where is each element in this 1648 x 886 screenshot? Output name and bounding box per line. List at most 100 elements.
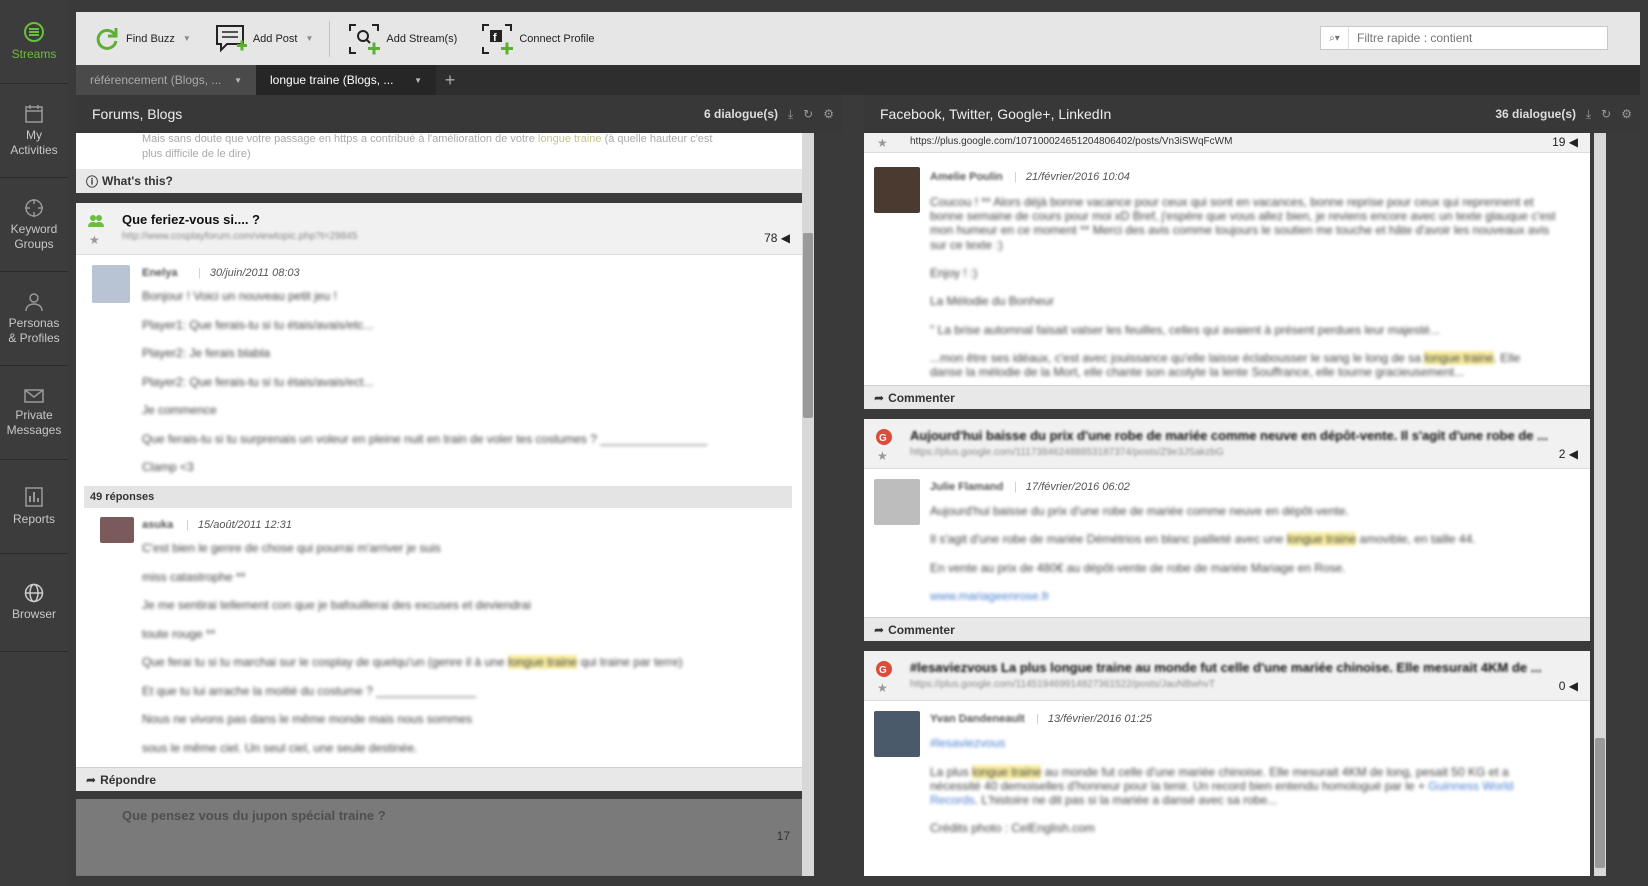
comment-button[interactable]: ➦ Commenter <box>864 385 1590 409</box>
chevron-down-icon[interactable]: ▼ <box>305 34 313 43</box>
count-value: 19 <box>1552 135 1566 149</box>
panel-header-icons: ⤓ ↻ ⚙ <box>788 107 834 122</box>
refresh-icon[interactable]: ↻ <box>803 107 813 122</box>
post-line: ...mon être ses idéaux, c'est avec jouis… <box>930 351 1520 365</box>
replies-bar[interactable]: 49 réponses <box>84 486 792 508</box>
svg-text:f: f <box>493 32 497 44</box>
post-date: | 13/février/2016 01:25 <box>1036 713 1152 725</box>
nav-private-messages[interactable]: Private Messages <box>0 366 68 460</box>
tab-longue-traine[interactable]: longue traine (Blogs, ... ▼ <box>256 65 436 95</box>
post-header[interactable]: ★ Que feriez-vous si.... ? http://www.co… <box>76 203 802 255</box>
avatar <box>874 167 920 213</box>
google-plus-icon: G <box>876 429 892 445</box>
quick-filter-input[interactable] <box>1349 27 1607 49</box>
post-header[interactable]: G ★ #lesaviezvous La plus longue traine … <box>864 651 1590 701</box>
post-title[interactable]: Aujourd'hui baisse du prix d'une robe de… <box>910 428 1548 443</box>
gear-icon[interactable]: ⚙ <box>823 107 834 122</box>
post-header[interactable]: Que pensez vous du jupon spécial traine … <box>76 799 802 876</box>
nav-my-activities[interactable]: My Activities <box>0 84 68 178</box>
author-name[interactable]: asuka <box>142 519 173 531</box>
author-name[interactable]: Amelie Poulin <box>930 171 1003 183</box>
nav-label: Reports <box>12 512 56 526</box>
panel-title: Facebook, Twitter, Google+, LinkedIn <box>880 106 1112 122</box>
author-name[interactable]: Julie Flamand <box>930 481 1003 493</box>
post-header[interactable]: G ★ Aujourd'hui baisse du prix d'une rob… <box>864 419 1590 469</box>
scrollbar[interactable] <box>802 133 814 876</box>
panel-header: Facebook, Twitter, Google+, LinkedIn 36 … <box>864 95 1640 133</box>
chevron-down-icon[interactable]: ▼ <box>414 76 422 85</box>
post-line: danse la mélodie de la Mort, elle chante… <box>930 365 1465 379</box>
star-icon[interactable]: ★ <box>877 449 888 463</box>
envelope-icon <box>24 388 44 403</box>
post-date: | 21/février/2016 10:04 <box>1014 171 1130 183</box>
star-icon[interactable]: ★ <box>877 136 888 150</box>
search-icon[interactable]: ⌕▾ <box>1321 27 1349 49</box>
post-title[interactable]: Que pensez vous du jupon spécial traine … <box>122 808 386 823</box>
nav-label: Private Messages <box>6 407 62 437</box>
guinness-link[interactable]: Guinness World <box>1428 779 1513 793</box>
post-line: La plus longue traine au monde fut celle… <box>930 765 1509 779</box>
post-message: Amelie Poulin | 21/février/2016 10:04 Co… <box>864 153 1590 383</box>
reply-line: C'est bien le genre de chose qui pourrai… <box>142 541 441 555</box>
records-link[interactable]: Records <box>930 793 975 807</box>
star-icon[interactable]: ★ <box>877 681 888 695</box>
post-url[interactable]: https://plus.google.com/1117384624888531… <box>910 447 1224 458</box>
keyword-highlight: longue traine <box>1424 351 1494 365</box>
post-date: | 17/février/2016 06:02 <box>1014 481 1130 493</box>
star-icon[interactable]: ★ <box>89 233 100 247</box>
connect-profile-button[interactable]: f Connect Profile <box>475 19 600 59</box>
find-buzz-button[interactable]: Find Buzz ▼ <box>88 19 197 59</box>
nav-reports[interactable]: Reports <box>0 460 68 554</box>
hashtag-link[interactable]: #lesaviezvous <box>930 736 1005 750</box>
nav-keyword-groups[interactable]: Keyword Groups <box>0 178 68 272</box>
comment-label: Commenter <box>888 622 955 637</box>
collapse-icon[interactable]: ⤓ <box>1586 107 1591 122</box>
post-url[interactable]: https://plus.google.com/1145194699148273… <box>910 679 1215 690</box>
post-title[interactable]: Que feriez-vous si.... ? <box>122 212 260 227</box>
post-line: Clamp <3 <box>142 460 194 474</box>
scrollbar-thumb[interactable] <box>803 233 813 418</box>
nav-browser[interactable]: Browser <box>0 554 68 652</box>
post-line: Bonjour ! Voici un nouveau petit jeu ! <box>142 289 337 303</box>
text-fragment: ...mon être ses idéaux, c'est avec jouis… <box>930 351 1421 365</box>
scrollbar-thumb[interactable] <box>1595 738 1605 868</box>
date-value: 17/février/2016 06:02 <box>1025 481 1130 493</box>
panel-body: ★ https://plus.google.com/10710002465120… <box>864 133 1640 876</box>
add-streams-button[interactable]: Add Stream(s) <box>342 19 463 59</box>
reply-arrow-icon: ➦ <box>874 390 885 405</box>
text-fragment: . Elle <box>1493 351 1521 365</box>
avatar <box>874 711 920 757</box>
reply-line: sous le même ciel. Un seul ciel, une seu… <box>142 741 418 755</box>
post-title[interactable]: #lesaviezvous La plus longue traine au m… <box>910 660 1542 675</box>
add-post-button[interactable]: Add Post ▼ <box>209 19 320 59</box>
gear-icon[interactable]: ⚙ <box>1621 107 1632 122</box>
nav-personas-profiles[interactable]: Personas & Profiles <box>0 272 68 366</box>
keyword-highlight: longue traine <box>1286 532 1357 546</box>
post-url[interactable]: https://plus.google.com/1071000246512048… <box>910 136 1232 147</box>
whats-this-bar[interactable]: ⓘ What's this? <box>76 169 802 193</box>
comment-button[interactable]: ➦ Commenter <box>864 617 1590 641</box>
scrollbar[interactable] <box>1594 133 1606 876</box>
refresh-icon[interactable]: ↻ <box>1601 107 1611 122</box>
post-card-next: Que pensez vous du jupon spécial traine … <box>76 799 802 876</box>
text-fragment: . L'histoire ne dit pas si la mariée a d… <box>974 793 1278 807</box>
post-url[interactable]: http://www.cosplayforum.com/viewtopic.ph… <box>122 231 357 242</box>
text-fragment: (à quelle hauteur c'est <box>604 133 713 145</box>
divider: | <box>1014 481 1017 493</box>
author-name[interactable]: Yvan Dandeneault <box>930 713 1025 725</box>
reply-button[interactable]: ➦ Répondre <box>76 767 802 791</box>
collapse-icon[interactable]: ⤓ <box>788 107 793 122</box>
reply-arrow-icon: ➦ <box>874 622 885 637</box>
chevron-down-icon[interactable]: ▼ <box>183 34 191 43</box>
add-tab-button[interactable]: + <box>436 65 464 95</box>
tab-referencement[interactable]: référencement (Blogs, ... ▼ <box>76 65 256 95</box>
nav-streams[interactable]: Streams <box>0 0 68 84</box>
reply-count: 0 ◀ <box>1559 679 1578 693</box>
social-card: ★ https://plus.google.com/10710002465120… <box>864 133 1590 409</box>
post-link[interactable]: www.mariageenrose.fr <box>930 589 1049 603</box>
author-name[interactable]: Enelya <box>142 267 177 279</box>
post-line: Aujourd'hui baisse du prix d'une robe de… <box>930 504 1349 518</box>
post-header[interactable]: ★ https://plus.google.com/10710002465120… <box>864 133 1590 153</box>
chevron-down-icon[interactable]: ▼ <box>234 76 242 85</box>
divider: | <box>1014 171 1017 183</box>
